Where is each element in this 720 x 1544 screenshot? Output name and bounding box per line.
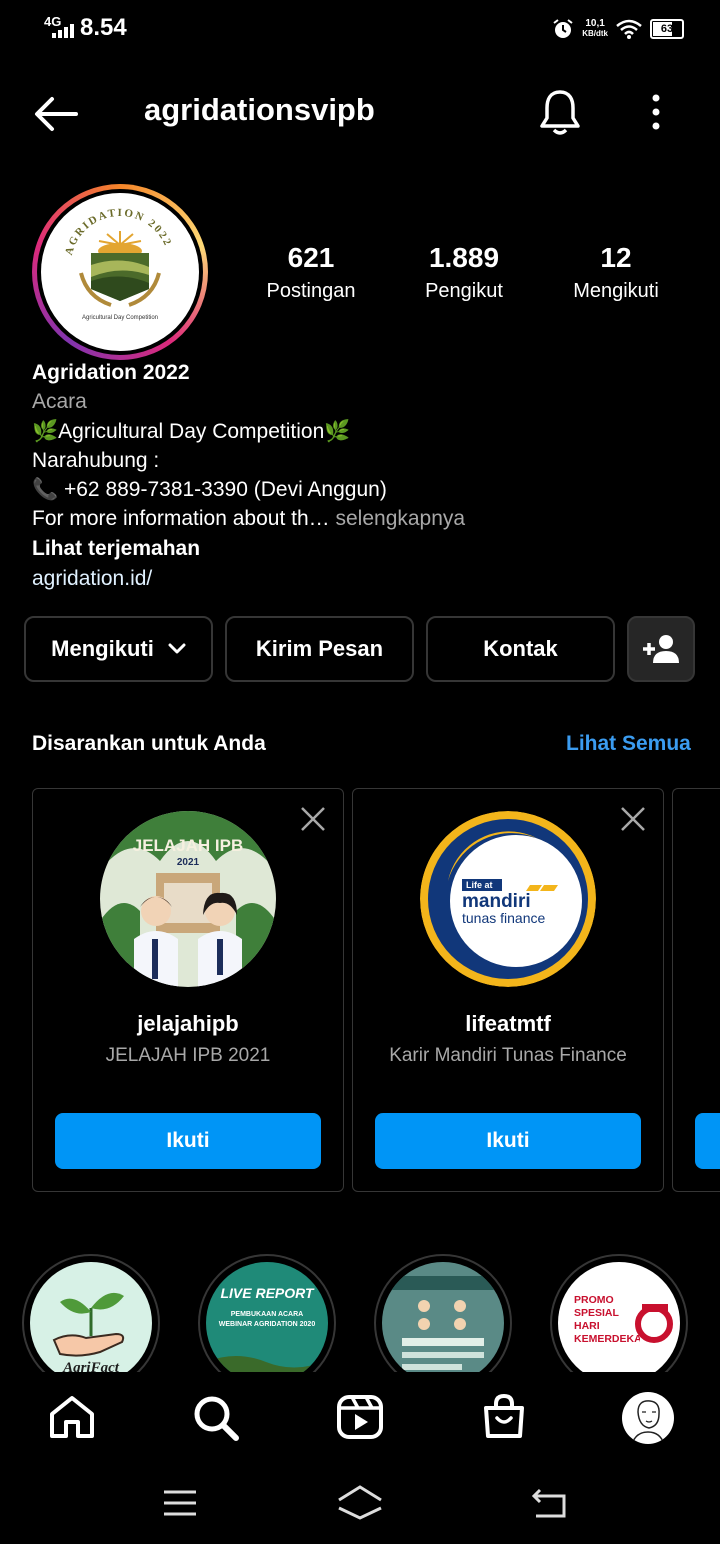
- home-nav-icon[interactable]: [336, 1484, 384, 1520]
- profile-avatar: AGRIDATION 2022 Agricultural Day Competi…: [41, 193, 199, 351]
- bio-line-truncated: For more information about th… selengkap…: [32, 507, 466, 530]
- back-nav-icon[interactable]: [530, 1486, 568, 1520]
- svg-text:JELAJAH IPB: JELAJAH IPB: [133, 836, 244, 855]
- system-nav-bar: [0, 1462, 720, 1544]
- suggestion-subtitle: Karir Mandiri Tunas Finance: [389, 1045, 627, 1066]
- contact-button[interactable]: Kontak: [426, 616, 615, 682]
- add-person-icon: [643, 635, 679, 663]
- follow-button[interactable]: Ikuti: [375, 1113, 641, 1169]
- suggestions-title: Disarankan untuk Anda: [32, 732, 266, 755]
- highlight-cover: LIVE REPORT PEMBUKAAN ACARA WEBINAR AGRI…: [206, 1262, 328, 1384]
- jelajahipb-picture: JELAJAH IPB 2021: [100, 811, 276, 987]
- close-icon[interactable]: [299, 805, 327, 833]
- battery-indicator: 63: [650, 19, 684, 39]
- net-speed: 10,1 KB/dtk: [582, 18, 608, 39]
- user-sketch-avatar: [631, 1400, 665, 1444]
- svg-text:mandiri: mandiri: [462, 891, 531, 912]
- menu-icon[interactable]: [162, 1488, 198, 1518]
- highlight-cover: PROMO SPESIAL HARI KEMERDEKAAN: [558, 1262, 680, 1384]
- highlight-cover: [382, 1262, 504, 1384]
- promo-cover: PROMO SPESIAL HARI KEMERDEKAAN: [558, 1262, 680, 1384]
- suggestion-avatar: JELAJAH IPB 2021: [100, 811, 276, 987]
- bio-line: 📞 +62 889-7381-3390 (Devi Anggun): [32, 478, 387, 501]
- svg-text:Agricultural Day Competition: Agricultural Day Competition: [82, 315, 158, 321]
- website-link[interactable]: agridation.id/: [32, 564, 152, 593]
- suggestion-username[interactable]: jelajahipb: [33, 1011, 343, 1037]
- stat-following[interactable]: 12 Mengikuti: [541, 242, 691, 303]
- message-button[interactable]: Kirim Pesan: [225, 616, 414, 682]
- following-button[interactable]: Mengikuti: [24, 616, 213, 682]
- svg-text:2021: 2021: [177, 857, 200, 868]
- status-right: 10,1 KB/dtk 63: [552, 16, 684, 42]
- highlight-cover: AgriFact: [30, 1262, 152, 1384]
- wifi-icon: [616, 19, 642, 39]
- suggestion-card[interactable]: Life at mandiri tunas finance lifeatmtf …: [352, 788, 664, 1192]
- profile-avatar[interactable]: [622, 1392, 674, 1444]
- suggestion-card-partial[interactable]: [672, 788, 720, 1192]
- home-icon[interactable]: [48, 1394, 96, 1440]
- stat-posts[interactable]: 621 Postingan: [236, 242, 386, 303]
- stat-followers[interactable]: 1.889 Pengikut: [389, 242, 539, 303]
- reels-icon[interactable]: [336, 1394, 384, 1440]
- suggestion-username[interactable]: lifeatmtf: [353, 1011, 663, 1037]
- alarm-icon: [553, 19, 573, 38]
- more-link[interactable]: selengkapnya: [335, 507, 465, 530]
- more-vertical-icon[interactable]: [646, 94, 666, 132]
- suggestion-card[interactable]: JELAJAH IPB 2021 jelajahipb JELAJAH IPB …: [32, 788, 344, 1192]
- clock: 8.54: [80, 14, 127, 41]
- follow-button-partial[interactable]: [695, 1113, 720, 1169]
- bio-line: 🌿Agricultural Day Competition🌿: [32, 420, 351, 443]
- suggest-people-button[interactable]: [627, 616, 695, 682]
- translate-link[interactable]: Lihat terjemahan: [32, 534, 200, 563]
- see-all-link[interactable]: Lihat Semua: [566, 732, 691, 756]
- agrifact-cover: AgriFact: [30, 1262, 152, 1384]
- agridation-logo: AGRIDATION 2022 Agricultural Day Competi…: [63, 207, 172, 321]
- lifeatmtf-picture: Life at mandiri tunas finance: [420, 811, 596, 987]
- suggestion-avatar: Life at mandiri tunas finance: [420, 811, 596, 987]
- svg-text:Life at: Life at: [466, 880, 493, 890]
- profile-username: agridationsvipb: [144, 92, 375, 127]
- back-arrow-icon[interactable]: [32, 94, 80, 134]
- bell-icon[interactable]: [538, 88, 582, 136]
- profile-category: Acara: [32, 390, 87, 413]
- profile-name: Agridation 2022: [32, 361, 190, 384]
- close-icon[interactable]: [619, 805, 647, 833]
- shop-icon[interactable]: [480, 1392, 528, 1440]
- bottom-tab-bar: [0, 1372, 720, 1462]
- svg-text:LIVE REPORT: LIVE REPORT: [220, 1285, 315, 1301]
- webinar-schedule-cover: [382, 1262, 504, 1384]
- suggestion-subtitle: JELAJAH IPB 2021: [105, 1045, 271, 1066]
- status-bar: 4G 8.54 10,1 KB/dtk 63: [0, 0, 720, 56]
- search-icon[interactable]: [192, 1394, 240, 1442]
- signal-icon: [52, 24, 74, 38]
- svg-text:tunas finance: tunas finance: [462, 910, 545, 926]
- chevron-down-icon: [168, 643, 186, 654]
- follow-button[interactable]: Ikuti: [55, 1113, 321, 1169]
- profile-avatar-ring[interactable]: AGRIDATION 2022 Agricultural Day Competi…: [32, 184, 208, 360]
- live-report-cover: LIVE REPORT PEMBUKAAN ACARA WEBINAR AGRI…: [206, 1262, 328, 1384]
- bio-line: Narahubung :: [32, 449, 160, 472]
